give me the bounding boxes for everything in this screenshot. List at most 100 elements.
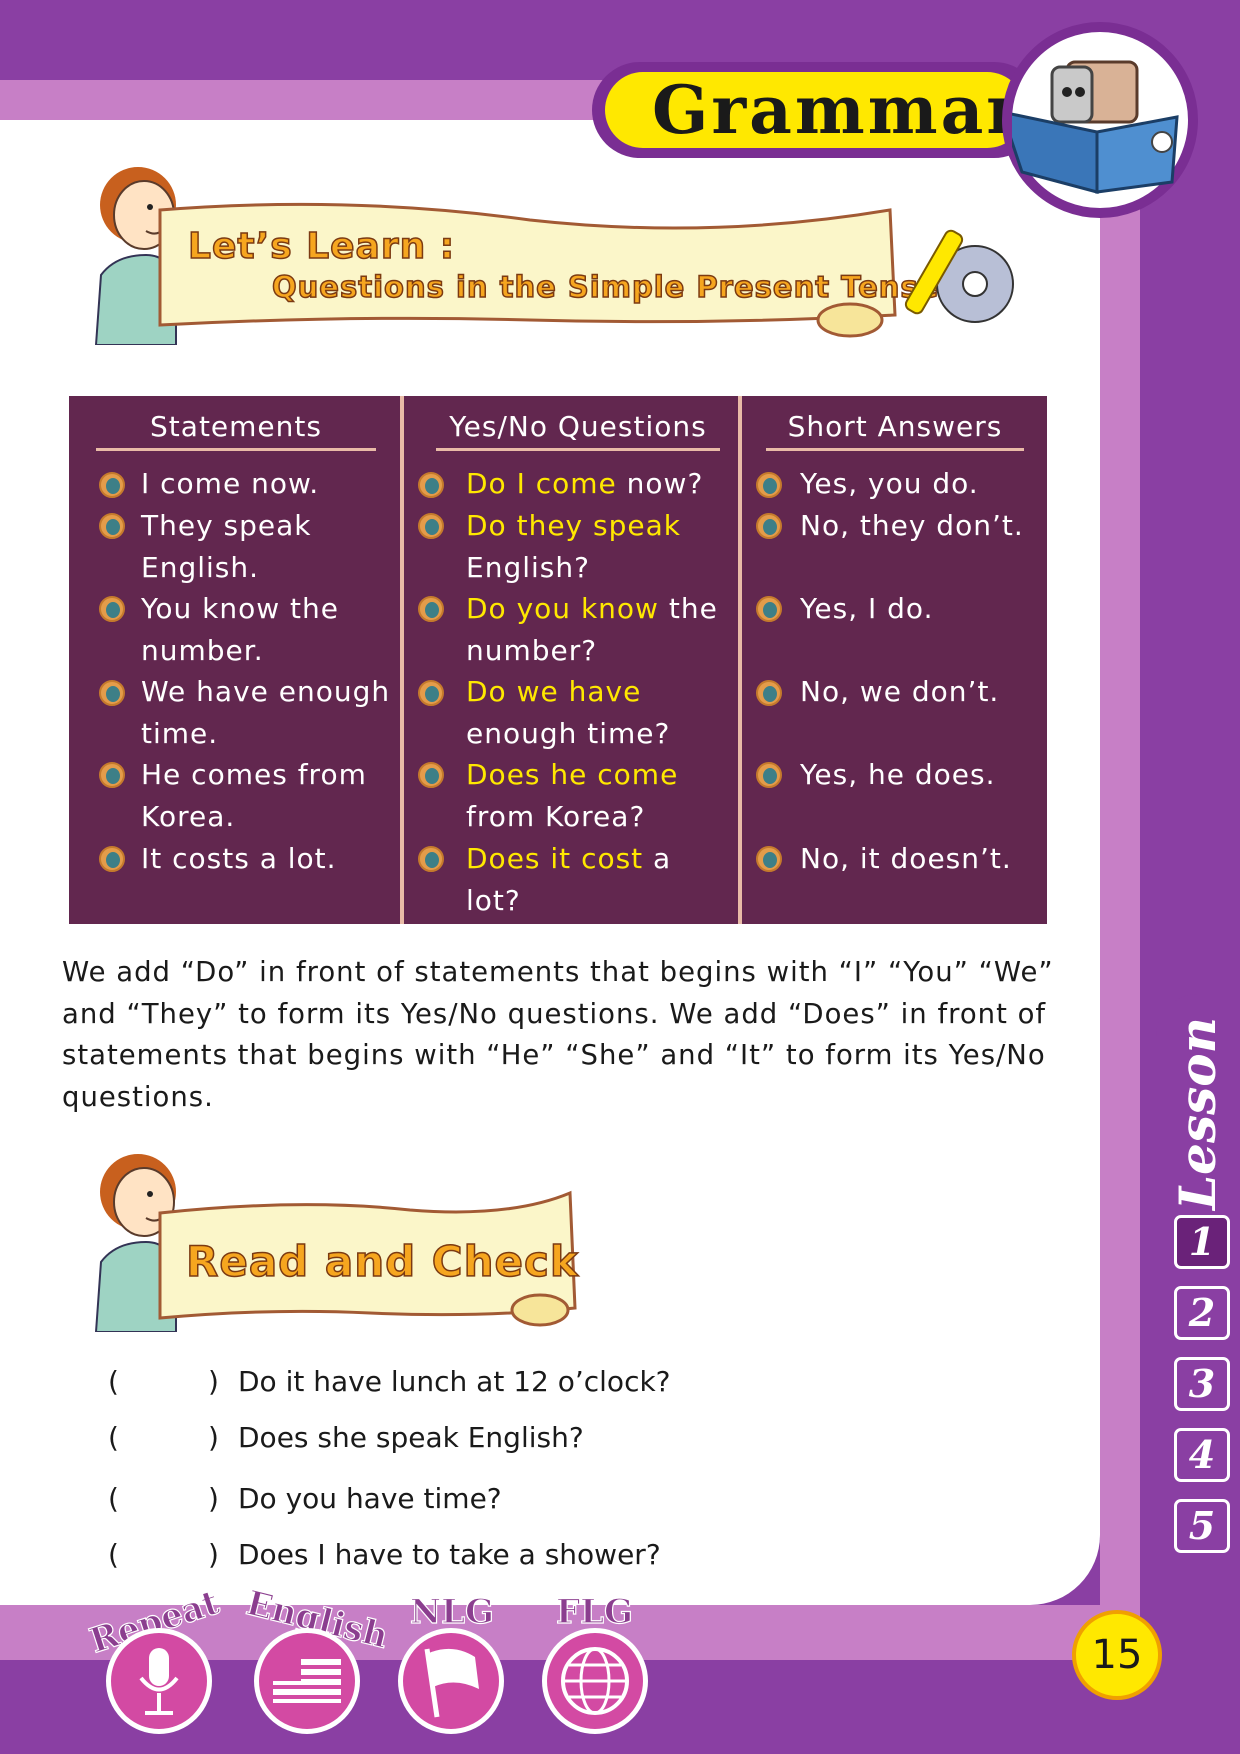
check-box-open[interactable]: ( [108, 1421, 208, 1454]
question-rest: enough time? [466, 717, 671, 750]
header-underline [96, 448, 376, 451]
question-highlight: Do I come [466, 467, 617, 500]
audio-pen-cd-icon[interactable] [900, 222, 1020, 331]
statement-text: Korea. [141, 800, 236, 833]
audio-bullet-icon[interactable] [756, 596, 782, 622]
question-text: number? [466, 630, 597, 672]
statement-text: You know the [141, 592, 340, 625]
question-rest: from Korea? [466, 800, 646, 833]
audio-bullet-icon[interactable] [756, 680, 782, 706]
question-text: English? [466, 547, 590, 589]
statement-text: I come now. [141, 467, 320, 500]
check-box-open[interactable]: ( [108, 1365, 208, 1398]
question-highlight: Does he come [466, 758, 679, 791]
header-underline [766, 448, 1024, 451]
check-item-text: Does she speak English? [238, 1421, 584, 1454]
check-item: () Does I have to take a shower? [108, 1538, 661, 1571]
globe-icon[interactable] [542, 1628, 648, 1734]
question-text: enough time? [466, 713, 670, 755]
question-text: Does it cost a [466, 838, 671, 880]
question-highlight: Do they speak [466, 509, 681, 542]
statement-text: He comes from [141, 758, 367, 791]
statement-text: We have enough [141, 675, 391, 708]
audio-bullet-icon[interactable] [756, 513, 782, 539]
lesson-topic-title: Questions in the Simple Present Tense [271, 269, 940, 305]
microphone-icon[interactable] [106, 1628, 212, 1734]
question-text: Do you know the [466, 588, 718, 630]
check-item-text: Do you have time? [238, 1482, 502, 1515]
column-divider [738, 396, 742, 924]
statement-text: English. [141, 551, 260, 584]
audio-bullet-icon[interactable] [99, 846, 125, 872]
question-rest: lot? [466, 884, 521, 917]
statement-text: time. [141, 717, 219, 750]
us-flag-icon[interactable] [254, 1628, 360, 1734]
statement-text: It costs a lot. [141, 842, 337, 875]
lets-learn-label: Let’s Learn : [187, 225, 456, 268]
header-underline [436, 448, 720, 451]
check-box-close[interactable]: ) [208, 1538, 238, 1571]
right-accent-strip [1100, 80, 1140, 1670]
check-item-text: Do it have lunch at 12 o’clock? [238, 1365, 671, 1398]
answer-text: Yes, I do. [800, 592, 934, 625]
question-highlight: Does it cost [466, 842, 644, 875]
audio-bullet-icon[interactable] [418, 596, 444, 622]
check-box-close[interactable]: ) [208, 1482, 238, 1515]
check-box-close[interactable]: ) [208, 1421, 238, 1454]
page-number: 15 [1072, 1610, 1162, 1700]
question-text: Does he come [466, 754, 678, 796]
check-item: () Do you have time? [108, 1482, 502, 1515]
lesson-5-button[interactable]: 5 [1174, 1499, 1230, 1553]
explanation-paragraph: We add “Do” in front of statements that … [62, 956, 1054, 1113]
audio-bullet-icon[interactable] [418, 846, 444, 872]
read-and-check-title: Read and Check [185, 1236, 579, 1287]
audio-bullet-icon[interactable] [418, 513, 444, 539]
header-statements: Statements [150, 410, 322, 443]
lesson-1-button[interactable]: 1 [1174, 1215, 1230, 1269]
question-text: Do I come now? [466, 463, 703, 505]
page-title: Grammar [652, 71, 1025, 149]
question-rest: a [643, 842, 672, 875]
lesson-3-button[interactable]: 3 [1174, 1357, 1230, 1411]
statement-text: number. [141, 634, 264, 667]
check-box-close[interactable]: ) [208, 1365, 238, 1398]
question-text: Do we have [466, 671, 641, 713]
check-item: () Does she speak English? [108, 1421, 584, 1454]
question-highlight: Do we have [466, 675, 642, 708]
question-rest: English? [466, 551, 590, 584]
audio-bullet-icon[interactable] [99, 762, 125, 788]
flag-icon[interactable] [398, 1628, 504, 1734]
check-item: () Do it have lunch at 12 o’clock? [108, 1365, 671, 1398]
question-rest: number? [466, 634, 598, 667]
audio-bullet-icon[interactable] [756, 846, 782, 872]
lesson-4-button[interactable]: 4 [1174, 1428, 1230, 1482]
flg-label: FLG [555, 1591, 634, 1632]
audio-bullet-icon[interactable] [756, 762, 782, 788]
lesson-label: Lesson [1168, 1017, 1227, 1210]
audio-bullet-icon[interactable] [756, 472, 782, 498]
audio-bullet-icon[interactable] [418, 762, 444, 788]
question-rest: the [658, 592, 718, 625]
check-box-open[interactable]: ( [108, 1538, 208, 1571]
header-yes-no-questions: Yes/No Questions [449, 410, 707, 443]
statement-text: They speak [141, 509, 312, 542]
question-text: lot? [466, 880, 521, 922]
check-box-open[interactable]: ( [108, 1482, 208, 1515]
audio-bullet-icon[interactable] [418, 680, 444, 706]
answer-text: No, we don’t. [800, 675, 1000, 708]
question-rest: now? [616, 467, 704, 500]
audio-bullet-icon[interactable] [99, 472, 125, 498]
column-divider [400, 396, 404, 924]
lesson-2-button[interactable]: 2 [1174, 1286, 1230, 1340]
audio-bullet-icon[interactable] [99, 513, 125, 539]
answer-text: Yes, you do. [800, 467, 979, 500]
question-text: Do they speak [466, 505, 681, 547]
answer-text: Yes, he does. [800, 758, 996, 791]
reading-mascot-icon [999, 22, 1198, 218]
audio-bullet-icon[interactable] [99, 596, 125, 622]
audio-bullet-icon[interactable] [418, 472, 444, 498]
question-text: from Korea? [466, 796, 645, 838]
question-highlight: Do you know [466, 592, 659, 625]
audio-bullet-icon[interactable] [99, 680, 125, 706]
answer-text: No, it doesn’t. [800, 842, 1012, 875]
